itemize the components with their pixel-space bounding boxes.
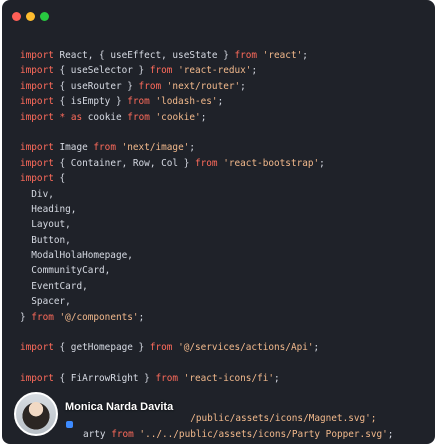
keyword-token: from: [194, 157, 218, 169]
code-token: Div,: [20, 188, 54, 200]
minimize-window-button[interactable]: [26, 11, 35, 21]
code-line: CommunityCard,: [20, 263, 429, 278]
from-keyword: from: [111, 429, 134, 440]
code-token: Image: [53, 142, 94, 154]
close-window-button[interactable]: [12, 11, 21, 21]
keyword-token: from: [127, 96, 150, 108]
code-line-party-import: Party from '../../public/assets/icons/Pa…: [66, 418, 393, 440]
keyword-token: from: [93, 142, 116, 154]
keyword-token: import: [20, 65, 54, 77]
keyword-token: import: [20, 50, 54, 61]
code-editor: import React, { useEffect, useState } fr…: [20, 48, 429, 387]
code-token: ;: [274, 373, 280, 385]
code-token: { useRouter }: [53, 80, 139, 92]
maximize-window-button[interactable]: [40, 11, 49, 21]
code-line: ModalHolaHomepage,: [20, 248, 429, 263]
code-token: { Container, Row, Col }: [53, 157, 195, 169]
string-token: 'react-redux': [178, 65, 252, 77]
keyword-token: from: [234, 50, 258, 61]
string-token: 'cookie': [155, 111, 201, 123]
code-token: ;: [313, 342, 320, 354]
code-token: ;: [138, 311, 145, 323]
keyword-token: import: [20, 96, 54, 108]
code-line: import { isEmpty } from 'lodash-es';: [20, 94, 429, 109]
code-line: import {: [20, 171, 429, 186]
code-window: import React, { useEffect, useState } fr…: [2, 0, 435, 444]
code-token: { FiArrowRight }: [53, 373, 156, 385]
code-token: CommunityCard,: [20, 265, 111, 277]
code-line: import { useRouter } from 'next/router';: [20, 79, 429, 94]
code-line: Div,: [20, 187, 429, 202]
code-token: Layout,: [20, 219, 71, 231]
keyword-token: import: [20, 111, 54, 123]
code-token: ;: [302, 50, 308, 61]
string-token: 'next/router': [166, 80, 241, 92]
keyword-token: from: [155, 373, 179, 385]
code-token: Button,: [20, 234, 71, 246]
code-token: ;: [319, 157, 325, 169]
code-line: import { useSelector } from 'react-redux…: [20, 63, 429, 78]
keyword-token: import: [20, 373, 54, 385]
code-token: ;: [251, 65, 258, 77]
keyword-token: import: [20, 142, 54, 154]
code-line: import * as cookie from 'cookie';: [20, 110, 429, 125]
code-line: Spacer,: [20, 294, 429, 309]
string-token: '@/services/actions/Api': [178, 342, 314, 354]
keyword-token: import: [20, 157, 54, 169]
string-token: 'lodash-es': [155, 96, 218, 108]
party-identifier: arty: [82, 429, 112, 440]
code-line: import React, { useEffect, useState } fr…: [20, 48, 429, 63]
code-token: ;: [217, 96, 224, 108]
code-token: { useSelector }: [53, 65, 150, 77]
string-token: 'react': [262, 50, 303, 61]
code-token: React, { useEffect, useState }: [53, 50, 235, 61]
author-avatar: [14, 392, 58, 436]
keyword-token: import: [20, 173, 54, 185]
string-token: '@/components': [59, 311, 139, 323]
code-token: Heading,: [20, 203, 77, 215]
code-token: {: [53, 173, 66, 185]
code-token: }: [20, 311, 32, 323]
code-token: { getHomepage }: [53, 342, 150, 354]
author-name: Monica Narda Davita: [64, 401, 175, 413]
string-token: 'next/image': [121, 142, 190, 154]
keyword-token: import: [20, 80, 54, 92]
code-line: import Image from 'next/image';: [20, 140, 429, 155]
code-line: Heading,: [20, 202, 429, 217]
code-line: Layout,: [20, 217, 429, 232]
code-token: EventCard,: [20, 280, 88, 292]
keyword-token: from: [31, 311, 54, 323]
window-titlebar: [2, 0, 435, 32]
code-line: import { FiArrowRight } from 'react-icon…: [20, 371, 429, 386]
verified-badge-icon: [66, 421, 73, 428]
string-token: 'react-bootstrap': [223, 157, 320, 169]
code-line: import { Container, Row, Col } from 'rea…: [20, 156, 429, 171]
code-line: import { getHomepage } from '@/services/…: [20, 340, 429, 355]
keyword-token: as: [70, 111, 83, 123]
code-token: { isEmpty }: [53, 96, 128, 108]
keyword-token: import: [20, 342, 54, 354]
code-token: cookie: [82, 111, 128, 123]
code-line: EventCard,: [20, 279, 429, 294]
keyword-token: from: [149, 342, 173, 354]
code-token: ModalHolaHomepage,: [20, 250, 133, 262]
code-token: ;: [189, 142, 196, 154]
keyword-token: from: [149, 65, 173, 77]
code-line: Button,: [20, 233, 429, 248]
code-token: ;: [200, 111, 207, 123]
semicolon: ;: [387, 429, 394, 440]
code-token: ;: [240, 80, 246, 92]
keyword-token: from: [138, 80, 162, 92]
code-line: } from '@/components';: [20, 310, 429, 325]
keyword-token: from: [127, 111, 150, 123]
party-path-string: '../../public/assets/icons/Party Popper.…: [139, 429, 388, 440]
string-token: 'react-icons/fi': [183, 373, 275, 385]
code-token: Spacer,: [20, 296, 71, 308]
